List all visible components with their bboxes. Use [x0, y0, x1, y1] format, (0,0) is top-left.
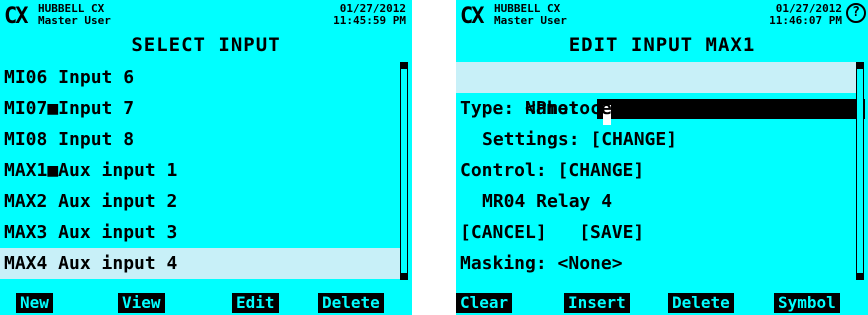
input-list: MI06 Input 6 MI07■Input 7 MI08 Input 8 M…: [0, 62, 400, 279]
cancel-button[interactable]: [CANCEL]: [460, 222, 547, 243]
settings-change-link[interactable]: Settings: [CHANGE]: [456, 124, 856, 155]
relay-item[interactable]: MR04 Relay 4: [456, 186, 856, 217]
select-input-screen: CX HUBBELL CX Master User 01/27/2012 11:…: [0, 0, 412, 315]
page-title: SELECT INPUT: [131, 34, 281, 56]
softkey-bar: Clear Insert Delete Symbol: [456, 291, 868, 315]
edit-button[interactable]: Edit: [232, 293, 279, 313]
help-icon[interactable]: ?: [846, 3, 866, 23]
time: 11:45:59 PM: [333, 14, 406, 27]
edit-input-screen: CX HUBBELL CX Master User 01/27/2012 11:…: [456, 0, 868, 315]
softkey-bar: New View Edit Delete: [0, 291, 412, 315]
datetime: 01/27/2012 11:45:59 PM: [333, 3, 406, 27]
list-item-selected[interactable]: MAX4 Aux input 4: [0, 248, 400, 279]
list-item[interactable]: MI08 Input 8: [0, 124, 400, 155]
datetime: 01/27/2012 11:46:07 PM: [769, 3, 842, 27]
user-name: Master User: [494, 14, 567, 27]
page-title: EDIT INPUT MAX1: [568, 34, 756, 56]
scrollbar[interactable]: [856, 62, 864, 280]
scrollbar[interactable]: [400, 62, 408, 280]
list-item[interactable]: MI07■Input 7: [0, 93, 400, 124]
delete-char-button[interactable]: Delete: [668, 293, 734, 313]
scroll-down-icon[interactable]: [401, 273, 407, 279]
time: 11:46:07 PM: [769, 14, 842, 27]
new-button[interactable]: New: [16, 293, 53, 313]
list-item[interactable]: MAX2 Aux input 2: [0, 186, 400, 217]
clear-button[interactable]: Clear: [456, 293, 513, 313]
masking-selector[interactable]: Masking: <None>: [456, 248, 856, 279]
cx-logo: CX: [4, 4, 28, 29]
cx-logo: CX: [460, 4, 484, 29]
header-bar: CX HUBBELL CX Master User 01/27/2012 11:…: [4, 2, 408, 38]
list-item[interactable]: MAX1■Aux input 1: [0, 155, 400, 186]
cancel-save-row: [CANCEL] [SAVE]: [456, 217, 856, 248]
name-row[interactable]: Name:: [456, 62, 866, 125]
scroll-up-icon[interactable]: [401, 63, 407, 69]
control-change-link[interactable]: Control: [CHANGE]: [456, 155, 856, 186]
header-user: HUBBELL CX Master User: [494, 3, 567, 27]
delete-button[interactable]: Delete: [318, 293, 384, 313]
scroll-up-icon[interactable]: [857, 63, 863, 69]
header-bar: CX HUBBELL CX Master User 01/27/2012 11:…: [460, 2, 866, 38]
insert-button[interactable]: Insert: [564, 293, 630, 313]
symbol-button[interactable]: Symbol: [774, 293, 840, 313]
save-button[interactable]: [SAVE]: [579, 222, 644, 243]
input-form: Name: Type: <Photocell> Settings: [CHANG…: [456, 62, 866, 279]
view-button[interactable]: View: [118, 293, 165, 313]
scroll-down-icon[interactable]: [857, 273, 863, 279]
header-user: HUBBELL CX Master User: [38, 3, 111, 27]
user-name: Master User: [38, 14, 111, 27]
list-item[interactable]: MI06 Input 6: [0, 62, 400, 93]
list-item[interactable]: MAX3 Aux input 3: [0, 217, 400, 248]
